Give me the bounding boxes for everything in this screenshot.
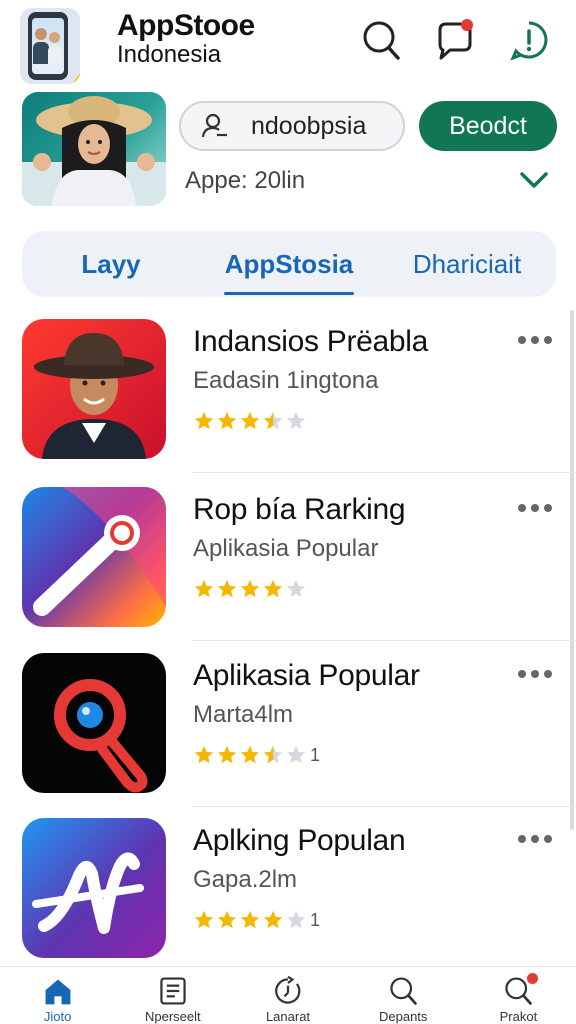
tab-appstosia[interactable]: AppStosia [200,231,378,297]
more-options-icon[interactable] [516,832,554,844]
category-tabs: Layy AppStosia Dhariciait [22,231,556,297]
app-subtitle-text: Eadasin 1ingtona [193,367,379,394]
star-icon [263,579,283,598]
nav-label: Depants [379,1009,428,1024]
app-subtitle: Indonesia [117,41,222,68]
rating-count: 1 [310,744,321,765]
tab-layy[interactable]: Layy [22,231,200,297]
account-search-field[interactable]: ndoobpsia [179,101,405,151]
chevron-down-icon[interactable] [516,166,552,194]
app-icon [22,319,166,459]
star-icon [263,910,283,929]
app-title: AppStooe [117,9,255,42]
nav-label: Jioto [43,1009,72,1024]
bottom-navigation: Jioto Nperseelt Lanarat Depants Prakot [0,966,576,1024]
alert-icon[interactable] [507,18,551,62]
star-icon [194,910,214,929]
app-subtitle-text: Aplikasia Popular [193,535,379,562]
star-icon [263,411,283,430]
app-name: Aplking Populan [193,824,406,857]
rating-stars [193,409,307,433]
notification-dot [526,973,538,984]
nav-label: Prakot [499,1009,538,1024]
app-name: Aplikasia Popular [193,659,420,692]
list-item[interactable]: Aplikasia Popular Marta4lm 1 [0,647,576,807]
tab-dhariciait[interactable]: Dhariciait [378,231,556,297]
account-search-value: ndoobpsia [251,111,367,140]
more-options-icon[interactable] [516,333,554,345]
list-item[interactable]: Indansios Prëabla Eadasin 1ingtona [0,313,576,473]
search-icon [390,977,417,1005]
home-icon [45,979,71,1005]
star-icon [194,745,214,764]
user-icon [201,113,227,138]
star-icon [286,910,306,929]
app-logo[interactable] [20,8,80,84]
star-icon [217,579,237,598]
nav-updates[interactable]: Lanarat [230,967,345,1024]
list-item[interactable]: Rop bía Rarking Aplikasia Popular [0,481,576,641]
nav-news[interactable]: Nperseelt [115,967,230,1024]
star-icon [286,579,306,598]
app-subtitle-text: Marta4lm [193,701,294,728]
app-subtitle-text: Gapa.2lm [193,866,298,893]
rating-stars: 1 [193,743,320,767]
star-icon [194,411,214,430]
app-name: Rop bía Rarking [193,493,406,526]
star-icon [286,411,306,430]
update-icon [275,975,301,1004]
nav-search[interactable]: Depants [346,967,461,1024]
app-header: AppStooe Indonesia [0,0,576,92]
star-icon [263,745,283,764]
more-options-icon[interactable] [516,501,554,513]
chat-icon[interactable] [432,18,476,62]
more-options-icon[interactable] [516,667,554,679]
star-icon [194,579,214,598]
star-icon [217,910,237,929]
primary-action-button[interactable]: Beodct [419,101,557,151]
rating-count: 1 [310,909,321,930]
nav-label: Lanarat [265,1009,311,1024]
profile-photo [22,92,166,206]
app-name: Indansios Prëabla [193,325,429,358]
star-icon [240,411,260,430]
app-icon [22,653,166,793]
app-icon [22,487,166,627]
star-icon [286,745,306,764]
star-icon [217,411,237,430]
app-count-text: Appe: 20lin [185,167,306,194]
star-icon [217,745,237,764]
news-icon [160,977,186,1005]
star-icon [240,745,260,764]
nav-home[interactable]: Jioto [0,967,115,1024]
app-icon [22,818,166,958]
star-icon [240,910,260,929]
list-item[interactable]: Aplking Populan Gapa.2lm 1 [0,812,576,972]
search-icon[interactable] [359,18,403,62]
star-icon [240,579,260,598]
rating-stars [193,577,307,601]
rating-stars: 1 [193,908,320,932]
nav-prakot[interactable]: Prakot [461,967,576,1024]
nav-label: Nperseelt [144,1009,201,1024]
